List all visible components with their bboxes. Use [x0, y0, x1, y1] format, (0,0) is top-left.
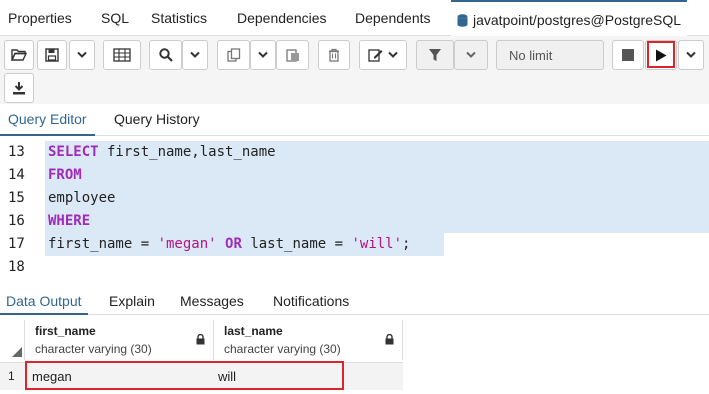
search-icon	[158, 48, 173, 62]
download-button[interactable]	[4, 73, 34, 103]
keyword: WHERE	[48, 213, 91, 229]
select-all-icon	[12, 347, 22, 357]
copy-options-dropdown[interactable]	[250, 40, 276, 70]
tab-messages[interactable]: Messages	[180, 287, 244, 315]
edit-data-button[interactable]	[103, 40, 141, 70]
filter-icon	[429, 49, 441, 61]
result-grid: first_name character varying (30) last_n…	[0, 316, 709, 394]
tab-query-editor[interactable]: Query Editor	[0, 104, 95, 136]
folder-open-icon	[11, 49, 27, 61]
line-number: 17	[8, 236, 25, 252]
tab-query-tool[interactable]: javatpoint/postgres@PostgreSQL	[451, 0, 687, 36]
line-number: 13	[8, 144, 25, 160]
tab-sql[interactable]: SQL	[101, 0, 129, 36]
column-name: last_name	[224, 324, 283, 338]
code-fragment: first_name =	[48, 236, 158, 252]
find-button[interactable]	[149, 40, 182, 70]
copy-icon	[226, 48, 240, 62]
execute-options-dropdown[interactable]	[678, 40, 704, 70]
code-text: employee	[48, 190, 116, 206]
keyword: OR	[216, 236, 251, 252]
code-line: 17 first_name = 'megan' OR last_name = '…	[0, 233, 709, 256]
trash-icon	[329, 48, 339, 62]
code-line: 13 SELECT first_name,last_name	[0, 141, 709, 164]
string-literal: 'megan'	[157, 236, 217, 252]
code-text: WHERE	[48, 210, 90, 233]
open-file-button[interactable]	[4, 40, 34, 70]
column-type: character varying (30)	[35, 342, 152, 356]
code-line: 14 FROM	[0, 164, 709, 187]
column-header[interactable]: last_name character varying (30)	[214, 320, 403, 360]
keyword: FROM	[48, 167, 82, 183]
query-toolbar: No limit	[0, 36, 709, 104]
find-options-dropdown[interactable]	[182, 40, 208, 70]
chevron-down-icon	[77, 51, 87, 58]
filter-options-dropdown[interactable]	[454, 40, 488, 70]
query-panel-tabs: Query Editor Query History	[0, 104, 709, 136]
tab-query-history[interactable]: Query History	[114, 104, 200, 136]
keyword: SELECT	[48, 144, 99, 160]
tab-data-output[interactable]: Data Output	[0, 287, 88, 315]
database-icon	[457, 14, 468, 27]
sql-editor[interactable]: 13 SELECT first_name,last_name 14 FROM 1…	[0, 137, 709, 287]
edit-options-button[interactable]	[359, 40, 407, 70]
save-icon	[45, 48, 59, 62]
chevron-down-icon	[190, 51, 200, 58]
row-header-corner	[0, 320, 25, 360]
column-name: first_name	[35, 324, 96, 338]
result-highlight-box	[25, 361, 344, 390]
paste-icon	[285, 49, 299, 62]
chevron-down-icon	[258, 51, 268, 58]
save-file-button[interactable]	[37, 40, 67, 70]
table-grid-icon	[113, 48, 131, 62]
code-fragment: ;	[402, 236, 411, 252]
output-panel-tabs: Data Output Explain Messages Notificatio…	[0, 287, 709, 315]
tab-notifications[interactable]: Notifications	[273, 287, 349, 315]
string-literal: 'will'	[351, 236, 403, 252]
tab-dependents[interactable]: Dependents	[355, 0, 431, 36]
code-fragment: last_name =	[250, 236, 352, 252]
code-text: first_name = 'megan' OR last_name = 'wil…	[48, 233, 410, 256]
filter-button[interactable]	[416, 40, 454, 70]
chevron-down-icon	[388, 51, 398, 58]
code-fragment: first_name,last_name	[98, 144, 276, 160]
cancel-query-button[interactable]	[612, 40, 644, 70]
code-line: 16 WHERE	[0, 210, 709, 233]
stop-icon	[622, 49, 634, 61]
edit-pencil-icon	[368, 49, 383, 62]
code-text: SELECT first_name,last_name	[48, 141, 276, 164]
paste-button[interactable]	[276, 40, 309, 70]
delete-button[interactable]	[318, 40, 350, 70]
code-line: 15 employee	[0, 187, 709, 210]
tab-dependencies[interactable]: Dependencies	[237, 0, 327, 36]
tab-properties[interactable]: Properties	[8, 0, 72, 36]
panel-tab-bar: Properties SQL Statistics Dependencies D…	[0, 0, 709, 36]
row-limit-select[interactable]: No limit	[496, 40, 604, 70]
line-number: 16	[8, 213, 25, 229]
column-header[interactable]: first_name character varying (30)	[25, 320, 214, 360]
code-text: FROM	[48, 164, 82, 187]
copy-button[interactable]	[217, 40, 250, 70]
execute-highlight-box	[647, 41, 675, 68]
tab-query-tool-label: javatpoint/postgres@PostgreSQL	[473, 12, 681, 28]
column-type: character varying (30)	[224, 342, 341, 356]
tab-explain[interactable]: Explain	[109, 287, 155, 315]
row-limit-value: No limit	[509, 47, 553, 63]
line-number: 18	[8, 259, 25, 275]
lock-icon	[385, 334, 394, 345]
tab-statistics[interactable]: Statistics	[151, 0, 207, 36]
code-line: 18	[0, 256, 709, 279]
chevron-down-icon	[686, 51, 696, 58]
line-number: 14	[8, 167, 25, 183]
save-options-dropdown[interactable]	[69, 40, 95, 70]
lock-icon	[196, 334, 205, 345]
chevron-down-icon	[466, 51, 476, 58]
download-icon	[13, 82, 25, 95]
row-number: 1	[8, 369, 15, 383]
line-number: 15	[8, 190, 25, 206]
